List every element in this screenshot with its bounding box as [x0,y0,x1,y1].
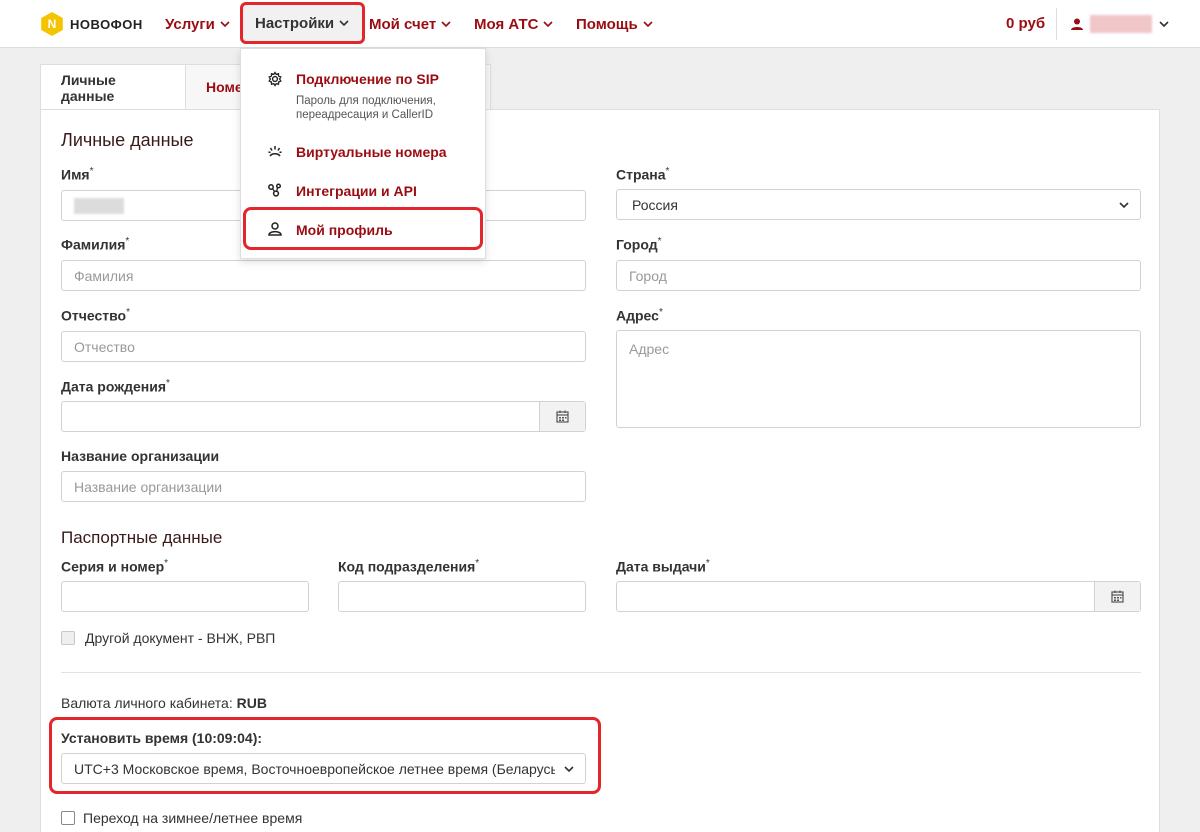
other-doc-label: Другой документ - ВНЖ, РВП [85,630,276,646]
calendar-icon [1111,590,1124,603]
birth-date-label: Дата рождения* [61,378,170,395]
nav-my-account[interactable]: Мой счет [369,0,452,48]
menu-item-virtual-numbers-title: Виртуальные номера [296,144,447,160]
address-label: Адрес* [616,307,663,324]
other-doc-option[interactable]: Другой документ - ВНЖ, РВП [61,630,275,646]
dst-option[interactable]: Переход на зимнее/летнее время [61,810,302,826]
menu-item-virtual-numbers[interactable]: Виртуальные номера [241,139,487,165]
menu-item-integrations-title: Интеграции и API [296,183,417,199]
menu-item-sip-subtitle: Пароль для подключения, переадресация и … [296,95,436,121]
division-code-label: Код подразделения* [338,558,480,575]
chevron-down-icon [220,21,230,28]
section-title-personal: Личные данные [61,130,194,150]
user-menu[interactable] [1070,14,1170,34]
dst-label: Переход на зимнее/летнее время [83,810,303,826]
nav-services-label: Услуги [165,15,215,33]
menu-item-integrations[interactable]: Интеграции и API [241,178,487,204]
city-label: Город* [616,236,662,253]
logo-text: НОВОФОН [70,16,143,32]
issue-date-input[interactable] [616,581,1141,612]
org-name-input[interactable]: Название организации [61,471,586,502]
balance-display[interactable]: 0 руб [1006,0,1045,48]
nav-services[interactable]: Услуги [165,0,231,48]
currency-row: Валюта личного кабинета: RUB [61,695,267,711]
highlight-my-profile [243,207,483,250]
menu-item-sip[interactable]: Подключение по SIP Пароль для подключени… [241,65,487,125]
chevron-down-icon [339,20,349,27]
issue-date-label: Дата выдачи* [616,558,710,575]
user-name-redacted [1090,15,1152,33]
divider [61,672,1141,673]
tab-personal-data[interactable]: Личные данные [40,64,186,110]
last-name-input[interactable]: Фамилия [61,260,586,291]
middle-name-label: Отчество* [61,307,130,324]
top-navigation-bar: N НОВОФОН Услуги Настройки Мой счет Моя … [0,0,1200,48]
integrations-icon [268,183,282,197]
address-textarea[interactable]: Адрес [616,330,1141,428]
nav-help-label: Помощь [576,15,638,33]
country-select[interactable]: Россия [616,189,1141,220]
org-name-label: Название организации [61,448,220,464]
chevron-down-icon [643,21,653,28]
nav-my-account-label: Мой счет [369,15,437,33]
series-number-label: Серия и номер* [61,558,169,575]
phone-signal-icon [268,146,282,157]
nav-help[interactable]: Помощь [576,0,654,48]
chevron-down-icon [1159,21,1169,28]
city-input[interactable]: Город [616,260,1141,291]
last-name-label: Фамилия* [61,236,130,253]
menu-item-sip-title: Подключение по SIP [296,71,439,87]
dst-checkbox[interactable] [61,811,75,825]
first-name-redacted [74,197,124,214]
country-value: Россия [632,196,678,213]
chevron-down-icon [441,21,451,28]
currency-label: Валюта личного кабинета: [61,695,233,711]
nav-my-pbx-label: Моя АТС [474,15,539,33]
nav-settings-label: Настройки [255,14,335,32]
nav-settings[interactable]: Настройки [240,2,366,44]
highlight-timezone [49,717,601,794]
currency-value: RUB [236,695,267,711]
series-number-input[interactable] [61,581,309,612]
other-doc-checkbox[interactable] [61,631,75,645]
calendar-button[interactable] [1094,582,1140,611]
divider [1056,8,1057,40]
nav-my-pbx[interactable]: Моя АТС [474,0,554,48]
logo-badge-icon: N [41,12,63,36]
chevron-down-icon [543,21,554,28]
birth-date-input[interactable] [61,401,586,432]
section-title-passport: Паспортные данные [61,528,223,547]
middle-name-input[interactable]: Отчество [61,331,586,362]
division-code-input[interactable] [338,581,586,612]
first-name-label: Имя* [61,166,94,183]
calendar-button[interactable] [539,402,585,431]
country-label: Страна* [616,166,670,183]
gear-icon [268,71,282,87]
chevron-down-icon [1119,202,1129,209]
user-icon [1071,18,1083,30]
logo[interactable]: N НОВОФОН [40,12,143,36]
calendar-icon [556,410,569,423]
